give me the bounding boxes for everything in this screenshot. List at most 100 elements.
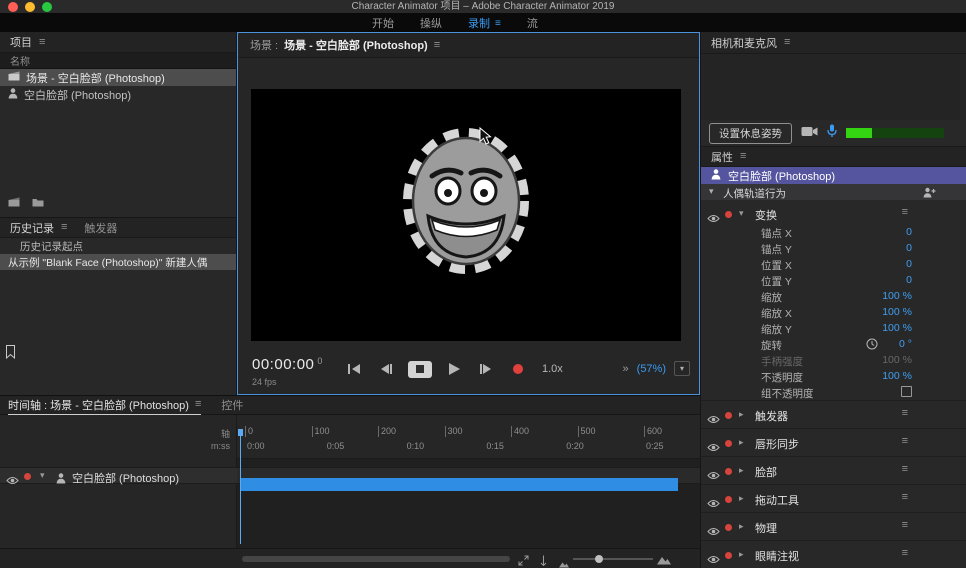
- record-enable-dot[interactable]: [725, 440, 732, 447]
- history-item-start[interactable]: 历史记录起点: [0, 238, 236, 254]
- chevron-down-icon[interactable]: ▾: [739, 208, 744, 219]
- workspace-tab-record[interactable]: 录制 ≡: [468, 15, 501, 31]
- workspace-tab-rig[interactable]: 操纵: [420, 15, 442, 31]
- record-button[interactable]: [508, 360, 528, 378]
- new-scene-icon[interactable]: [8, 194, 20, 212]
- zoom-out-icon[interactable]: [559, 555, 569, 568]
- set-rest-pose-button[interactable]: 设置休息姿势: [709, 122, 792, 144]
- new-folder-icon[interactable]: [32, 194, 44, 212]
- project-item-scene[interactable]: 场景 - 空白脸部 (Photoshop): [0, 69, 236, 86]
- behavior-menu-icon[interactable]: ≡: [902, 548, 908, 559]
- scene-panel-menu-icon[interactable]: ≡: [434, 39, 440, 51]
- timeline-take-bar[interactable]: [240, 478, 678, 491]
- canvas-zoom-level[interactable]: (57%): [637, 363, 666, 375]
- camera-mic-menu-icon[interactable]: ≡: [784, 37, 790, 48]
- project-item-puppet[interactable]: 空白脸部 (Photoshop): [0, 86, 236, 103]
- chevron-down-icon[interactable]: ▾: [40, 470, 45, 481]
- eye-icon[interactable]: [6, 472, 19, 490]
- param-value[interactable]: 0 °: [899, 338, 912, 350]
- add-behavior-icon[interactable]: [923, 187, 936, 201]
- project-panel-menu-icon[interactable]: ≡: [39, 36, 45, 48]
- behavior-row[interactable]: ▸ 唇形同步 ≡: [701, 428, 966, 456]
- timeline-track-header[interactable]: ▾ 空白脸部 (Photoshop): [0, 467, 237, 485]
- zoom-slider-track[interactable]: [573, 558, 653, 560]
- param-value[interactable]: 0: [906, 242, 912, 254]
- behavior-menu-icon[interactable]: ≡: [902, 408, 908, 419]
- puppet-face[interactable]: [386, 116, 546, 286]
- step-forward-button[interactable]: [476, 360, 496, 378]
- record-enable-dot[interactable]: [725, 524, 732, 531]
- tab-history[interactable]: 历史记录: [10, 220, 54, 236]
- param-value[interactable]: 100 %: [882, 354, 912, 366]
- track-behaviors-group-row[interactable]: ▾ 人偶轨道行为: [701, 184, 966, 200]
- param-value[interactable]: 0: [906, 274, 912, 286]
- behavior-row[interactable]: ▸ 眼睛注视 ≡: [701, 540, 966, 568]
- zoom-in-icon[interactable]: [657, 552, 671, 568]
- param-value[interactable]: 100 %: [882, 322, 912, 334]
- chevron-right-icon[interactable]: ▸: [739, 549, 744, 560]
- behavior-menu-icon[interactable]: ≡: [902, 520, 908, 531]
- snap-playhead-icon[interactable]: [538, 553, 549, 568]
- timeline-ruler[interactable]: 0 100 200 300 400 500 600 0:00 0:05 0:10 0:15 0:20 0…: [237, 415, 700, 459]
- chevron-down-icon[interactable]: ▾: [709, 186, 714, 197]
- param-checkbox[interactable]: [901, 386, 912, 397]
- workspace-menu-icon[interactable]: ≡: [495, 18, 501, 29]
- eye-icon[interactable]: [707, 467, 720, 485]
- chevron-right-icon[interactable]: ▸: [739, 493, 744, 504]
- behavior-menu-icon[interactable]: ≡: [902, 207, 908, 218]
- param-value[interactable]: 0: [906, 226, 912, 238]
- record-enable-dot[interactable]: [725, 496, 732, 503]
- chevron-right-icon[interactable]: ▸: [739, 521, 744, 532]
- record-enable-dot[interactable]: [725, 412, 732, 419]
- timeline-track-lane[interactable]: [237, 467, 700, 491]
- behavior-menu-icon[interactable]: ≡: [902, 436, 908, 447]
- record-enable-dot[interactable]: [24, 473, 31, 480]
- go-to-start-button[interactable]: [344, 360, 364, 378]
- eye-icon[interactable]: [707, 551, 720, 568]
- param-value[interactable]: 100 %: [882, 306, 912, 318]
- fit-to-view-icon[interactable]: [518, 553, 529, 568]
- zoom-dropdown[interactable]: ▾: [674, 361, 690, 376]
- history-panel-menu-icon[interactable]: ≡: [61, 222, 67, 233]
- behavior-row[interactable]: ▸ 触发器 ≡: [701, 400, 966, 428]
- play-button[interactable]: [444, 360, 464, 378]
- scene-canvas[interactable]: [251, 89, 681, 341]
- chevron-right-icon[interactable]: ▸: [739, 409, 744, 420]
- playback-speed[interactable]: 1.0x: [542, 363, 563, 375]
- workspace-tab-stream[interactable]: 流: [527, 15, 538, 31]
- eye-icon[interactable]: [707, 411, 720, 429]
- param-value[interactable]: 0: [906, 258, 912, 270]
- behavior-menu-icon[interactable]: ≡: [902, 464, 908, 475]
- camera-icon[interactable]: [801, 124, 818, 142]
- bookmark-flag-icon[interactable]: [5, 345, 16, 359]
- step-back-button[interactable]: [376, 360, 396, 378]
- tab-controls[interactable]: 控件: [221, 397, 243, 413]
- param-value[interactable]: 100 %: [882, 290, 912, 302]
- history-item-new-puppet[interactable]: 从示例 "Blank Face (Photoshop)" 新建人偶: [0, 254, 236, 270]
- stop-button[interactable]: [408, 360, 432, 378]
- behavior-row[interactable]: ▸ 物理 ≡: [701, 512, 966, 540]
- chevron-right-icon[interactable]: ▸: [739, 465, 744, 476]
- param-value[interactable]: 100 %: [882, 370, 912, 382]
- timeline-menu-icon[interactable]: ≡: [195, 399, 201, 410]
- behavior-row[interactable]: ▸ 脸部 ≡: [701, 456, 966, 484]
- zoom-slider-handle[interactable]: [595, 555, 603, 563]
- eye-icon[interactable]: [707, 439, 720, 457]
- playhead-line[interactable]: [240, 429, 241, 544]
- record-enable-dot[interactable]: [725, 468, 732, 475]
- horizontal-scrollbar[interactable]: [242, 556, 510, 562]
- tab-triggers[interactable]: 触发器: [84, 220, 117, 236]
- eye-icon[interactable]: [707, 495, 720, 513]
- properties-menu-icon[interactable]: ≡: [740, 151, 746, 162]
- selected-puppet-row[interactable]: 空白脸部 (Photoshop): [701, 167, 966, 184]
- double-chevron-icon[interactable]: »: [623, 363, 629, 375]
- behavior-menu-icon[interactable]: ≡: [902, 492, 908, 503]
- workspace-tab-start[interactable]: 开始: [372, 15, 394, 31]
- behavior-row[interactable]: ▸ 拖动工具 ≡: [701, 484, 966, 512]
- transform-behavior-row[interactable]: ▾ 变换 ≡: [701, 204, 966, 224]
- chevron-right-icon[interactable]: ▸: [739, 437, 744, 448]
- timeline-lane[interactable]: [237, 459, 700, 548]
- tab-timeline[interactable]: 时间轴 : 场景 - 空白脸部 (Photoshop) ≡: [8, 396, 202, 415]
- microphone-icon[interactable]: [827, 124, 837, 143]
- record-enable-dot[interactable]: [725, 211, 732, 218]
